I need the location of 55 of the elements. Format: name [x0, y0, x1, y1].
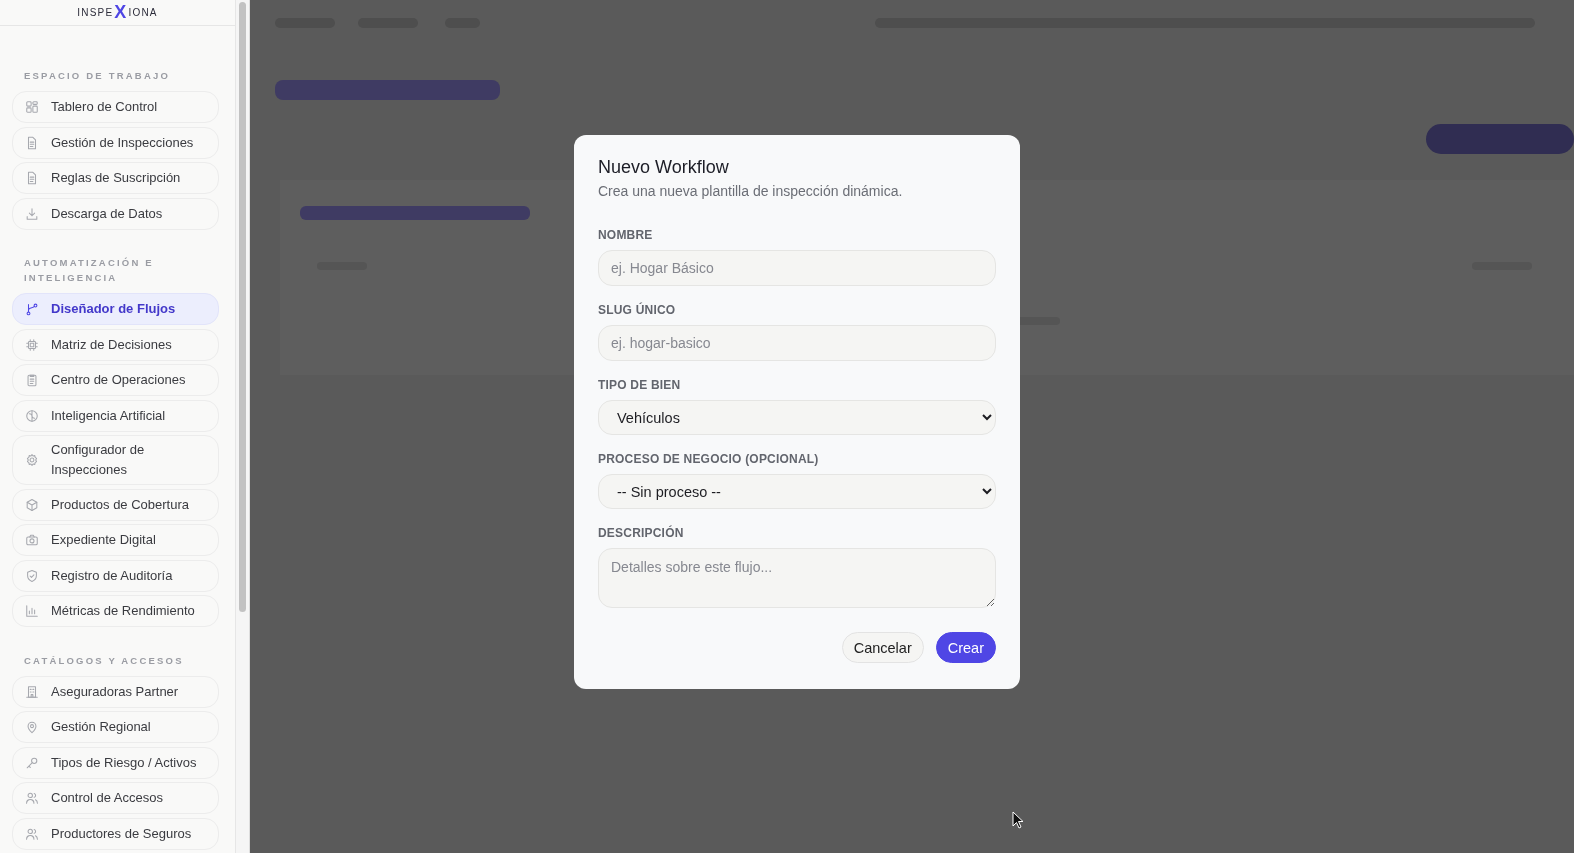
section-heading: CATÁLOGOS Y ACCESOS — [23, 653, 185, 668]
dialog-title: Nuevo Workflow — [598, 157, 730, 178]
sidebar-item[interactable]: Tablero de Control — [12, 91, 219, 123]
sidebar-item[interactable]: Productores de Seguros — [12, 817, 219, 850]
users-icon — [25, 791, 39, 805]
sidebar-item[interactable]: Gestión de Inspecciones — [12, 126, 219, 159]
branch-icon — [25, 302, 39, 316]
scrollbar[interactable] — [236, 0, 250, 853]
download-icon — [25, 206, 39, 221]
cursor-icon — [1012, 811, 1024, 829]
users-icon — [25, 826, 39, 841]
sidebar-item[interactable]: Descarga de Datos — [12, 197, 219, 230]
create-button[interactable]: Crear — [935, 632, 996, 663]
text-area[interactable]: Detalles sobre este flujo... — [598, 548, 996, 608]
sidebar-item[interactable]: Matriz de Decisiones — [12, 328, 219, 361]
camera-icon — [25, 533, 39, 547]
cube-icon — [25, 497, 39, 512]
sidebar-item[interactable]: Inteligencia Artificial — [12, 399, 219, 432]
field-label: DESCRIPCIÓN — [598, 526, 685, 540]
key-icon — [25, 755, 39, 770]
sidebar-item[interactable]: Aseguradoras Partner — [12, 675, 219, 708]
sidebar-item[interactable]: Registro de Auditoría — [12, 559, 219, 592]
sidebar-item[interactable]: Configurador de Inspecciones — [12, 435, 219, 485]
grid-icon — [25, 100, 39, 114]
cancel-button[interactable]: Cancelar — [841, 632, 924, 663]
sidebar-item[interactable]: Reglas de Suscripción — [12, 162, 219, 194]
field-label: TIPO DE BIEN — [598, 378, 682, 392]
chip-icon — [25, 337, 39, 352]
input-field[interactable]: ej. Hogar Básico — [598, 250, 996, 286]
sidebar-item[interactable]: Tipos de Riesgo / Activos — [12, 746, 219, 779]
document-icon — [25, 171, 39, 185]
document-icon — [25, 135, 39, 150]
field-label: NOMBRE — [598, 228, 654, 242]
select-dropdown[interactable]: Vehículos — [598, 400, 996, 435]
bar-chart-icon — [25, 604, 39, 618]
sidebar-item[interactable]: Diseñador de Flujos — [12, 293, 219, 325]
select-dropdown[interactable]: -- Sin proceso -- — [598, 474, 996, 509]
shield-check-icon — [25, 568, 39, 583]
dialog-subtitle: Crea una nueva plantilla de inspección dinámica. — [598, 183, 904, 199]
sidebar-item[interactable]: Métricas de Rendimiento — [12, 595, 219, 627]
section-heading: ESPACIO DE TRABAJO — [23, 69, 172, 83]
logo: INSPEX IONA — [77, 2, 158, 23]
section-heading: AUTOMATIZACIÓN E INTELIGENCIA — [23, 256, 155, 285]
settings-icon — [25, 453, 39, 467]
field-label: PROCESO DE NEGOCIO (OPCIONAL) — [598, 452, 820, 466]
sidebar-item[interactable]: Gestión Regional — [12, 711, 219, 743]
field-label: SLUG ÚNICO — [598, 303, 677, 317]
sidebar-item[interactable]: Control de Accesos — [12, 782, 219, 814]
sidebar-item[interactable]: Expediente Digital — [12, 524, 219, 556]
map-pin-icon — [25, 720, 39, 734]
clipboard-icon — [25, 373, 39, 387]
sidebar-item[interactable]: Productos de Cobertura — [12, 488, 219, 521]
building-icon — [25, 684, 39, 699]
sidebar-item[interactable]: Centro de Operaciones — [12, 364, 219, 396]
input-field[interactable]: ej. hogar-basico — [598, 325, 996, 361]
